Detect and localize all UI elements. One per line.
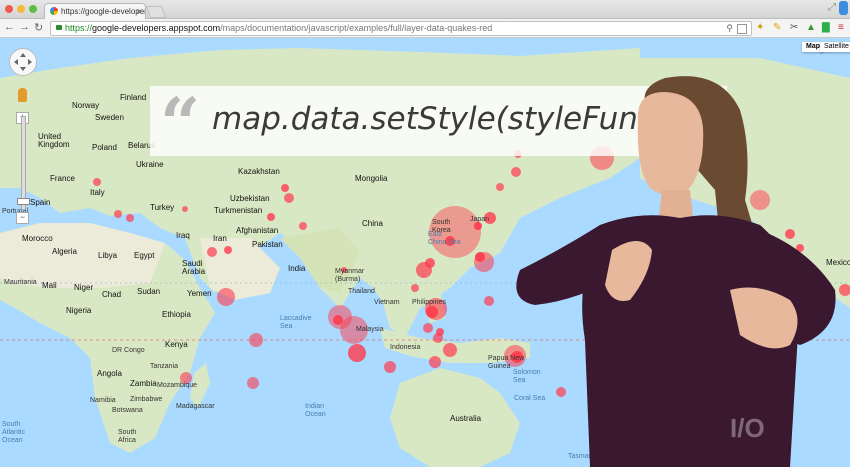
channel-watermark-icon: I/O bbox=[730, 413, 765, 443]
presenter-figure bbox=[516, 76, 836, 467]
presenter-face bbox=[637, 92, 704, 196]
